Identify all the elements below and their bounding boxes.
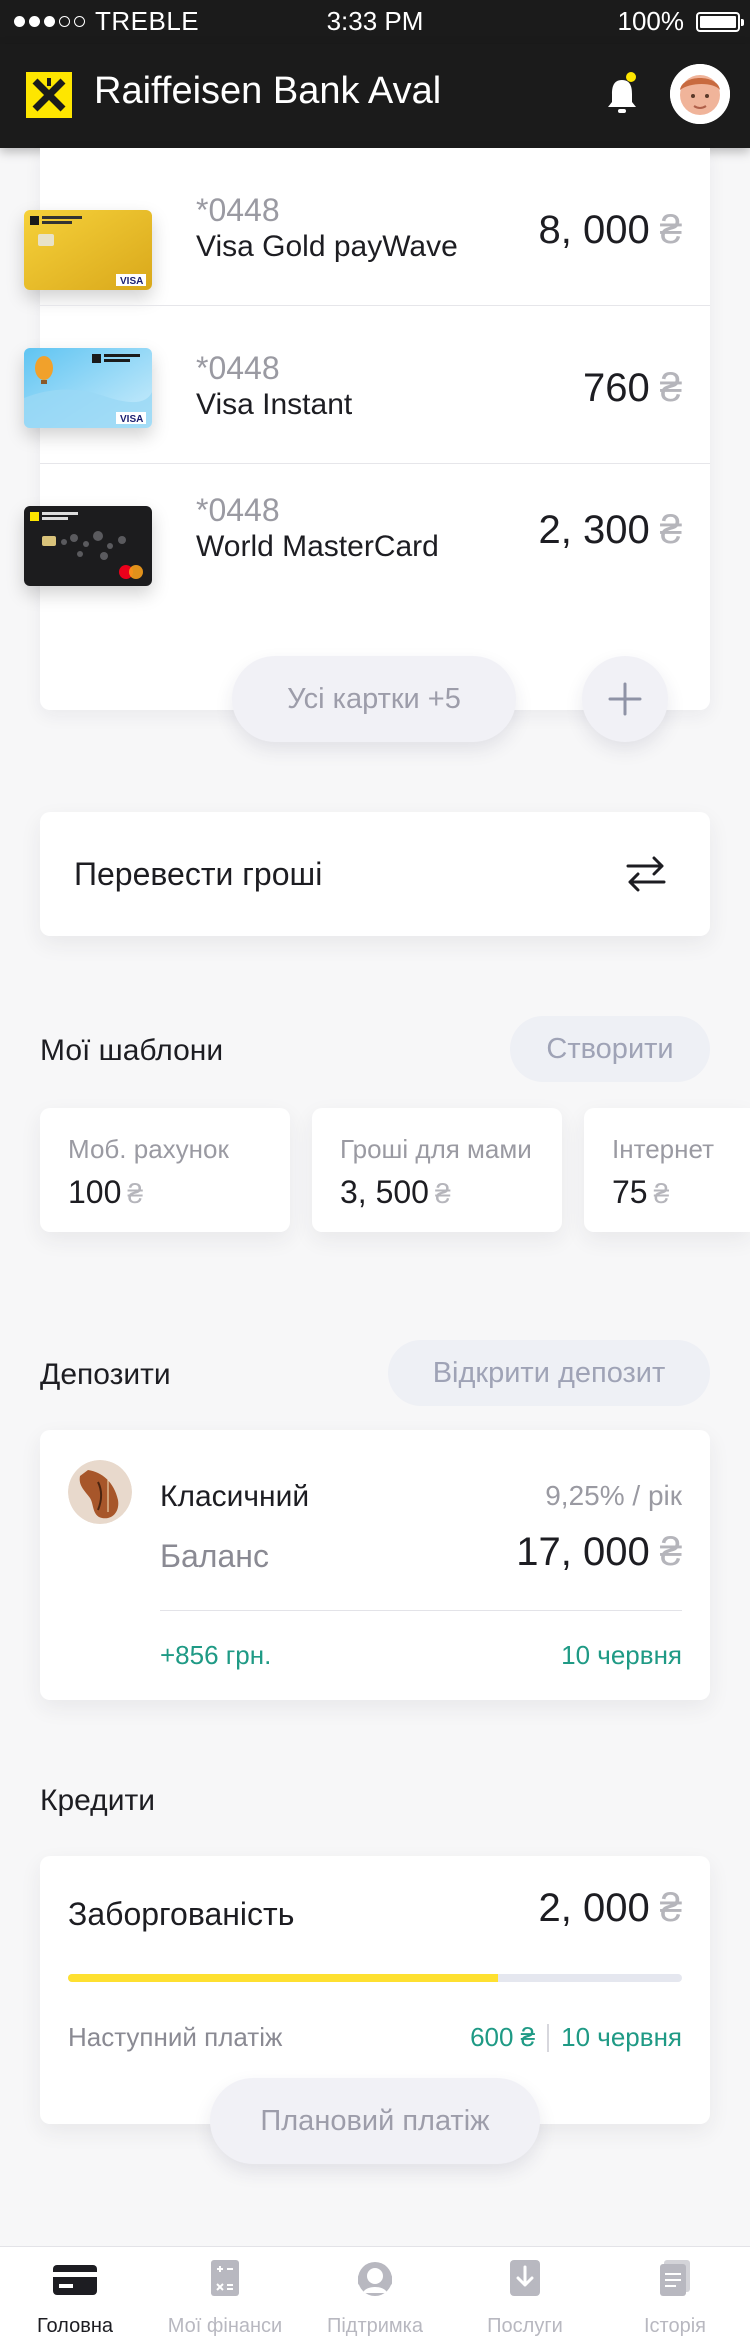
template-title: Інтернет (612, 1134, 714, 1164)
next-payment-amount: 600 ₴ (470, 2022, 536, 2052)
create-template-button[interactable]: Створити (510, 1016, 710, 1082)
add-card-button[interactable] (582, 656, 668, 742)
card-number: *0448 (196, 192, 280, 228)
tab-label: Головна (37, 2315, 113, 2337)
battery-icon (696, 12, 744, 32)
bell-icon[interactable] (600, 72, 644, 120)
debt-amount: 2, 000 ₴ (538, 1886, 682, 1930)
card-name: World MasterCard (196, 530, 439, 563)
deposit-name: Класичний (160, 1480, 310, 1513)
visa-gold-card-image: VISA (24, 210, 152, 290)
planned-payment-button[interactable]: Плановий платіж (210, 2078, 540, 2164)
transfer-money-button[interactable]: Перевести гроші (40, 812, 710, 936)
svg-text:VISA: VISA (120, 414, 143, 425)
tab-label: Підтримка (326, 2315, 423, 2337)
visa-instant-card-image: VISA (24, 348, 152, 428)
notification-dot (626, 72, 636, 82)
template-item[interactable]: Гроші для мами 3, 500 ₴ (312, 1108, 562, 1232)
card-number: *0448 (196, 350, 280, 386)
tab-label: Послуги (487, 2315, 563, 2337)
tab-support[interactable]: Підтримка (300, 2247, 450, 2345)
all-cards-button[interactable]: Усі картки +5 (232, 656, 516, 742)
credits-title: Кредити (40, 1784, 155, 1817)
card-balance: 8, 000 ₴ (538, 208, 682, 252)
debt-label: Заборгованість (68, 1896, 295, 1932)
status-bar: TREBLE 3:33 PM 100% (0, 0, 750, 44)
card-icon (50, 2257, 100, 2301)
avatar[interactable] (670, 64, 730, 124)
app-title: Raiffeisen Bank Aval (94, 70, 442, 112)
tab-finances[interactable]: Мої фінанси (150, 2247, 300, 2345)
download-icon (500, 2257, 550, 2301)
template-amount: 3, 500 ₴ (340, 1174, 451, 1210)
next-payment-label: Наступний платіж (68, 2022, 283, 2052)
card-balance: 760 ₴ (583, 366, 682, 410)
violin-icon (68, 1460, 132, 1524)
template-item[interactable]: Інтернет 75 ₴ (584, 1108, 750, 1232)
divider (160, 1610, 682, 1611)
cards-panel: VISA *0448 Visa Gold payWave 8, 000 ₴ VIS… (24, 148, 710, 710)
card-item[interactable]: *0448 World MasterCard 2, 300 ₴ (24, 464, 710, 622)
card-number: *0448 (196, 492, 280, 528)
next-payment-date: 10 червня (561, 2022, 682, 2052)
template-title: Гроші для мами (340, 1134, 532, 1164)
app-header: Raiffeisen Bank Aval (0, 44, 750, 148)
world-mastercard-card-image (24, 506, 152, 586)
template-item[interactable]: Моб. рахунок 100 ₴ (40, 1108, 290, 1232)
tab-bar: Головна Мої фінанси Підтримка Послуги Іс… (0, 2246, 750, 2345)
transfer-label: Перевести гроші (74, 856, 323, 892)
transfer-arrows-icon (622, 850, 670, 898)
credit-progress-bar (68, 1974, 682, 1982)
template-title: Моб. рахунок (68, 1134, 229, 1164)
deposit-balance: 17, 000 ₴ (516, 1530, 682, 1574)
tab-services[interactable]: Послуги (450, 2247, 600, 2345)
svg-text:VISA: VISA (120, 276, 143, 287)
open-deposit-button[interactable]: Відкрити депозит (388, 1340, 710, 1406)
raiffeisen-logo-icon (26, 72, 72, 118)
templates-title: Мої шаблони (40, 1034, 224, 1067)
battery-percentage: 100% (617, 6, 685, 36)
deposit-balance-label: Баланс (160, 1538, 269, 1574)
deposit-rate: 9,25% / рік (545, 1480, 682, 1511)
plus-icon (608, 682, 642, 716)
tab-label: Мої фінанси (167, 2315, 283, 2337)
calculator-icon (200, 2257, 250, 2301)
template-amount: 75 ₴ (612, 1174, 670, 1210)
tab-home[interactable]: Головна (0, 2247, 150, 2345)
deposits-title: Депозити (40, 1358, 171, 1391)
tab-history[interactable]: Історія (600, 2247, 750, 2345)
support-icon (350, 2257, 400, 2301)
template-amount: 100 ₴ (68, 1174, 143, 1210)
card-name: Visa Gold payWave (196, 230, 458, 263)
history-icon (650, 2257, 700, 2301)
tab-label: Історія (643, 2315, 706, 2337)
deposit-date: 10 червня (561, 1640, 682, 1670)
deposit-card[interactable]: Класичний 9,25% / рік Баланс 17, 000 ₴ +8… (40, 1430, 710, 1700)
card-item[interactable]: VISA *0448 Visa Instant 760 ₴ (24, 306, 710, 464)
card-item[interactable]: VISA *0448 Visa Gold payWave 8, 000 ₴ (24, 148, 710, 306)
deposit-income: +856 грн. (160, 1640, 272, 1670)
next-payment-info: 600 ₴ 10 червня (470, 2022, 682, 2053)
card-balance: 2, 300 ₴ (538, 508, 682, 552)
card-name: Visa Instant (196, 388, 353, 421)
